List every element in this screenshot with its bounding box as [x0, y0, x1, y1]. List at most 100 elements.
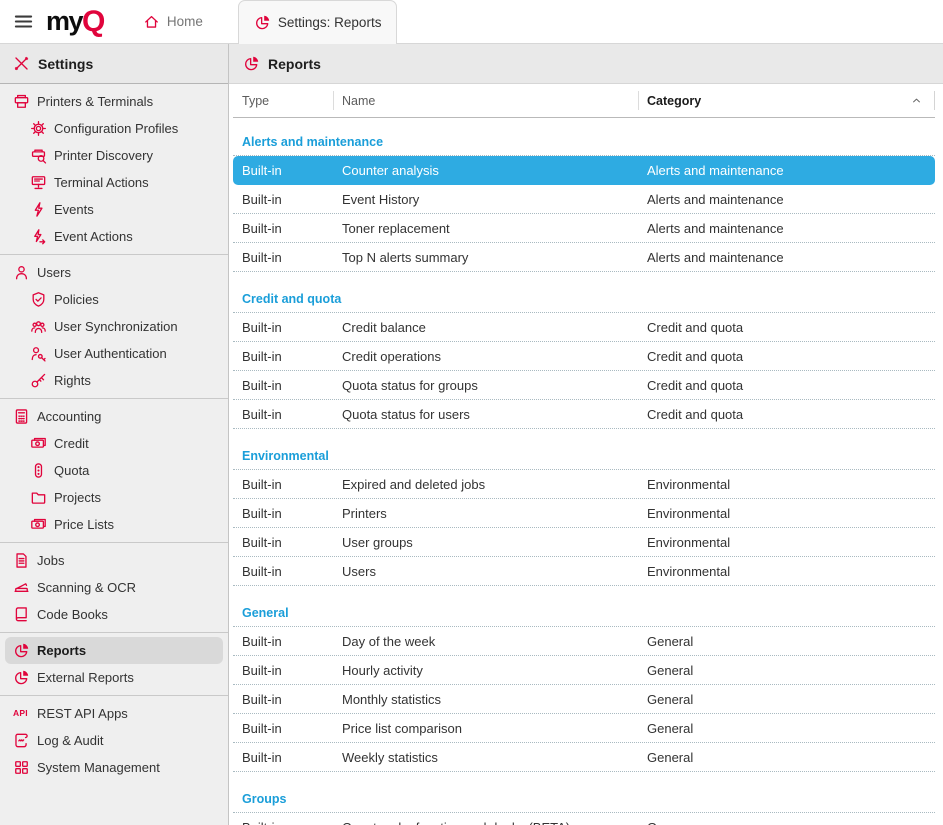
- cell-category: Environmental: [638, 535, 935, 550]
- report-row[interactable]: Built-in Counter analysis Alerts and mai…: [233, 156, 935, 185]
- sidebar-item-jobs[interactable]: Jobs: [0, 547, 228, 574]
- cell-type: Built-in: [233, 692, 333, 707]
- table-body: Alerts and maintenance Built-in Counter …: [233, 131, 935, 825]
- banknote-icon: [30, 435, 47, 452]
- cell-category: General: [638, 692, 935, 707]
- report-row[interactable]: Built-in Toner replacement Alerts and ma…: [233, 214, 935, 243]
- hamburger-menu-button[interactable]: [0, 0, 46, 43]
- sidebar-item-label: Terminal Actions: [54, 175, 149, 190]
- gear-icon: [30, 120, 47, 137]
- sidebar-item-terminal-actions[interactable]: Terminal Actions: [0, 169, 228, 196]
- sidebar-item-projects[interactable]: Projects: [0, 484, 228, 511]
- tab-settings-reports[interactable]: Settings: Reports: [238, 0, 398, 44]
- cell-name: User groups: [333, 535, 638, 550]
- report-row[interactable]: Built-in Quota status for groups Credit …: [233, 371, 935, 400]
- panel-header: Reports: [229, 44, 943, 84]
- sidebar-item-printer-discovery[interactable]: Printer Discovery: [0, 142, 228, 169]
- column-header-category[interactable]: Category: [638, 84, 935, 117]
- logo-text-q: Q: [82, 5, 104, 39]
- report-row[interactable]: Built-in Event History Alerts and mainte…: [233, 185, 935, 214]
- sidebar-item-label: Credit: [54, 436, 89, 451]
- cell-category: Alerts and maintenance: [638, 192, 935, 207]
- cell-category: Alerts and maintenance: [638, 250, 935, 265]
- sidebar-item-configuration-profiles[interactable]: Configuration Profiles: [0, 115, 228, 142]
- report-row[interactable]: Built-in Day of the week General: [233, 627, 935, 656]
- group-header: General: [233, 602, 935, 627]
- sidebar-item-log-audit[interactable]: Log & Audit: [0, 727, 228, 754]
- column-header-type[interactable]: Type: [233, 84, 333, 117]
- sidebar-item-label: External Reports: [37, 670, 134, 685]
- printer-icon: [13, 93, 30, 110]
- report-row[interactable]: Built-in Printers Environmental: [233, 499, 935, 528]
- sidebar-item-label: Projects: [54, 490, 101, 505]
- report-row[interactable]: Built-in User groups Environmental: [233, 528, 935, 557]
- sidebar-item-code-books[interactable]: Code Books: [0, 601, 228, 628]
- report-group-groups: Groups Built-in Counters by function and…: [233, 788, 935, 825]
- sidebar-item-reports[interactable]: Reports: [5, 637, 223, 664]
- tab-home[interactable]: Home: [128, 0, 218, 43]
- sidebar-item-label: Printer Discovery: [54, 148, 153, 163]
- user-key-icon: [30, 345, 47, 362]
- cell-type: Built-in: [233, 378, 333, 393]
- cell-name: Event History: [333, 192, 638, 207]
- report-row[interactable]: Built-in Price list comparison General: [233, 714, 935, 743]
- hamburger-icon: [13, 11, 34, 32]
- report-row[interactable]: Built-in Users Environmental: [233, 557, 935, 586]
- group-header: Environmental: [233, 445, 935, 470]
- sidebar-item-event-actions[interactable]: Event Actions: [0, 223, 228, 250]
- sidebar-item-system-management[interactable]: System Management: [0, 754, 228, 781]
- sidebar-item-label: Reports: [37, 643, 86, 658]
- sidebar-item-price-lists[interactable]: Price Lists: [0, 511, 228, 538]
- report-row[interactable]: Built-in Credit balance Credit and quota: [233, 313, 935, 342]
- sidebar-item-rest-api-apps[interactable]: API REST API Apps: [0, 700, 228, 727]
- sidebar-item-label: Policies: [54, 292, 99, 307]
- sidebar-item-accounting[interactable]: Accounting: [0, 403, 228, 430]
- cell-category: Credit and quota: [638, 407, 935, 422]
- sidebar-item-external-reports[interactable]: External Reports: [0, 664, 228, 691]
- sidebar-item-rights[interactable]: Rights: [0, 367, 228, 394]
- calculator-icon: [13, 408, 30, 425]
- sidebar-item-user-authentication[interactable]: User Authentication: [0, 340, 228, 367]
- report-row[interactable]: Built-in Credit operations Credit and qu…: [233, 342, 935, 371]
- sidebar-item-quota[interactable]: Quota: [0, 457, 228, 484]
- sidebar-item-label: Users: [37, 265, 71, 280]
- report-row[interactable]: Built-in Expired and deleted jobs Enviro…: [233, 470, 935, 499]
- report-row[interactable]: Built-in Weekly statistics General: [233, 743, 935, 772]
- column-header-name[interactable]: Name: [333, 84, 638, 117]
- sidebar-item-label: Log & Audit: [37, 733, 104, 748]
- home-icon: [143, 13, 160, 30]
- cell-name: Expired and deleted jobs: [333, 477, 638, 492]
- sidebar-item-printers-terminals[interactable]: Printers & Terminals: [0, 88, 228, 115]
- cell-category: General: [638, 750, 935, 765]
- settings-sidebar: Settings Printers & Terminals Configurat…: [0, 44, 229, 825]
- book-icon: [13, 606, 30, 623]
- shield-check-icon: [30, 291, 47, 308]
- sidebar-item-policies[interactable]: Policies: [0, 286, 228, 313]
- grid-icon: [13, 759, 30, 776]
- cell-name: Hourly activity: [333, 663, 638, 678]
- cell-name: Top N alerts summary: [333, 250, 638, 265]
- cell-category: Alerts and maintenance: [638, 221, 935, 236]
- sidebar-item-events[interactable]: Events: [0, 196, 228, 223]
- myq-logo[interactable]: my Q: [46, 0, 104, 43]
- sidebar-item-credit[interactable]: Credit: [0, 430, 228, 457]
- key-icon: [30, 372, 47, 389]
- cell-category: General: [638, 634, 935, 649]
- users-sync-icon: [30, 318, 47, 335]
- report-row[interactable]: Built-in Quota status for users Credit a…: [233, 400, 935, 429]
- cell-name: Monthly statistics: [333, 692, 638, 707]
- sidebar-item-scanning-ocr[interactable]: Scanning & OCR: [0, 574, 228, 601]
- group-header: Credit and quota: [233, 288, 935, 313]
- sidebar-item-user-synchronization[interactable]: User Synchronization: [0, 313, 228, 340]
- tab-label: Settings: Reports: [278, 15, 382, 30]
- sidebar-item-label: Jobs: [37, 553, 64, 568]
- sidebar-item-users[interactable]: Users: [0, 259, 228, 286]
- cell-name: Users: [333, 564, 638, 579]
- report-row[interactable]: Built-in Counters by function and duplex…: [233, 813, 935, 825]
- report-row[interactable]: Built-in Hourly activity General: [233, 656, 935, 685]
- cell-category: General: [638, 663, 935, 678]
- cell-category: Groups: [638, 820, 935, 825]
- report-row[interactable]: Built-in Monthly statistics General: [233, 685, 935, 714]
- report-row[interactable]: Built-in Top N alerts summary Alerts and…: [233, 243, 935, 272]
- chevron-up-icon: [910, 94, 923, 107]
